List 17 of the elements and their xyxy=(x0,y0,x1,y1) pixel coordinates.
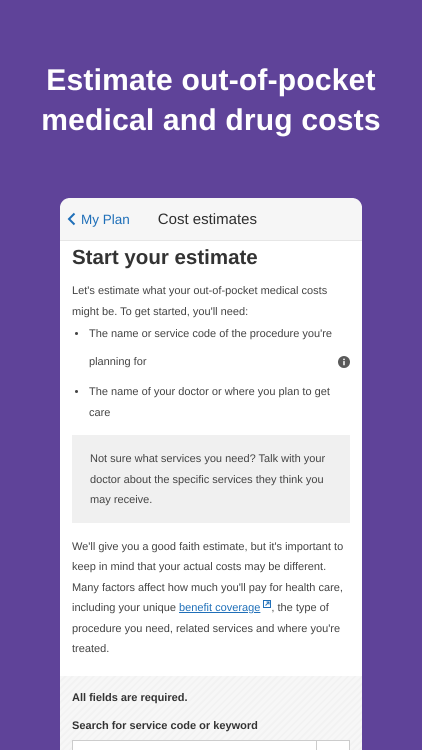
back-button[interactable]: My Plan xyxy=(60,212,130,226)
bullet-dot xyxy=(75,390,78,393)
chevron-left-icon xyxy=(67,212,76,226)
external-link-icon xyxy=(263,600,272,608)
list-item-text: The name or service code of the procedure you're planning for xyxy=(89,327,334,370)
disclaimer-text: We'll give you a good faith estimate, but it's important to keep in mind that your actual costs may be different. Many factors affect how much you'll pay for health care, including your unique benefit coverage , the type of procedure you need, related services and where you're treated. xyxy=(72,540,344,657)
intro-text: Let's estimate what your out-of-pocket medical costs might be. To get started, you'll need: xyxy=(72,284,328,320)
tip-text: Not sure what services you need? Talk with your doctor about the specific services they think you may receive. xyxy=(90,452,326,508)
headline: Estimate out-of-pocket medical and drug costs xyxy=(40,63,382,139)
required-note: All fields are required. xyxy=(72,692,189,704)
section-heading: Start your estimate xyxy=(72,246,259,270)
field-label: Search for service code or keyword xyxy=(72,720,259,732)
info-icon[interactable] xyxy=(338,356,350,368)
screen-title: Cost estimates xyxy=(158,210,257,228)
bullet-dot xyxy=(75,332,78,335)
list-item-text: The name of your doctor or where you plan to get care xyxy=(89,385,331,420)
benefit-coverage-link[interactable]: benefit coverage xyxy=(179,602,272,614)
